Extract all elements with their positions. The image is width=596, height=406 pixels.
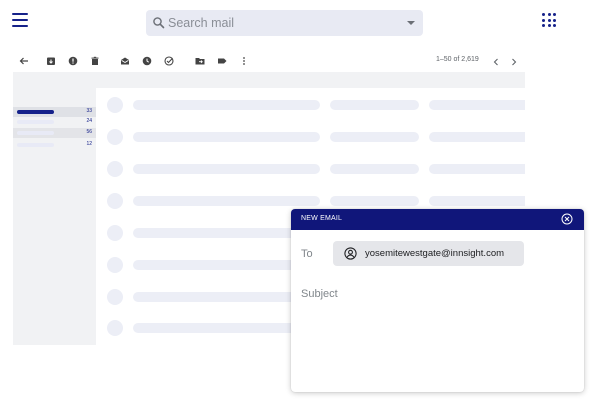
sidebar-item-label-placeholder: [17, 143, 54, 147]
sidebar-item-count: 33: [86, 108, 92, 114]
mark-unread-icon[interactable]: [119, 55, 131, 67]
older-page-icon[interactable]: [509, 55, 519, 67]
pagination-count: 1–50 of 2,619: [436, 56, 479, 63]
sidebar-item-count: 12: [86, 141, 92, 147]
newer-page-icon[interactable]: [491, 55, 501, 67]
close-icon[interactable]: [561, 213, 573, 225]
label-icon[interactable]: [216, 55, 228, 67]
recipient-email: yosemitewestgate@innsight.com: [365, 248, 505, 259]
sidebar-item-count: 56: [86, 129, 92, 135]
more-options-icon[interactable]: [238, 55, 250, 67]
main-menu-icon[interactable]: [12, 13, 28, 27]
move-to-icon[interactable]: [194, 55, 206, 67]
compose-dialog: NEW EMAIL To yosemitewestgate@innsight.c…: [291, 209, 584, 392]
archive-icon[interactable]: [45, 55, 57, 67]
sidebar-item-count: 24: [86, 118, 92, 124]
sidebar-item[interactable]: 33: [13, 107, 96, 117]
search-icon: [153, 17, 165, 29]
search-input[interactable]: [168, 10, 398, 36]
sidebar-item[interactable]: 24: [13, 117, 96, 127]
compose-header: NEW EMAIL: [291, 209, 584, 230]
report-spam-icon[interactable]: [67, 55, 79, 67]
snooze-icon[interactable]: [141, 55, 153, 67]
sidebar-item-label-placeholder: [17, 131, 54, 135]
add-task-icon[interactable]: [163, 55, 175, 67]
sidebar-item[interactable]: 12: [13, 140, 96, 150]
sidebar-item[interactable]: 56: [13, 128, 96, 138]
back-icon[interactable]: [18, 55, 30, 67]
delete-icon[interactable]: [89, 55, 101, 67]
subject-field[interactable]: [301, 286, 571, 302]
to-label: To: [301, 248, 313, 260]
search-bar[interactable]: [146, 10, 423, 36]
contact-avatar-icon: [344, 247, 357, 260]
apps-grid-icon[interactable]: [542, 13, 556, 27]
sidebar-item-label-placeholder: [17, 110, 54, 114]
search-options-dropdown-icon[interactable]: [407, 21, 415, 25]
list-header-band: [13, 72, 525, 88]
recipient-chip[interactable]: yosemitewestgate@innsight.com: [333, 241, 524, 266]
compose-title: NEW EMAIL: [301, 215, 343, 222]
sidebar-item-label-placeholder: [17, 120, 54, 124]
